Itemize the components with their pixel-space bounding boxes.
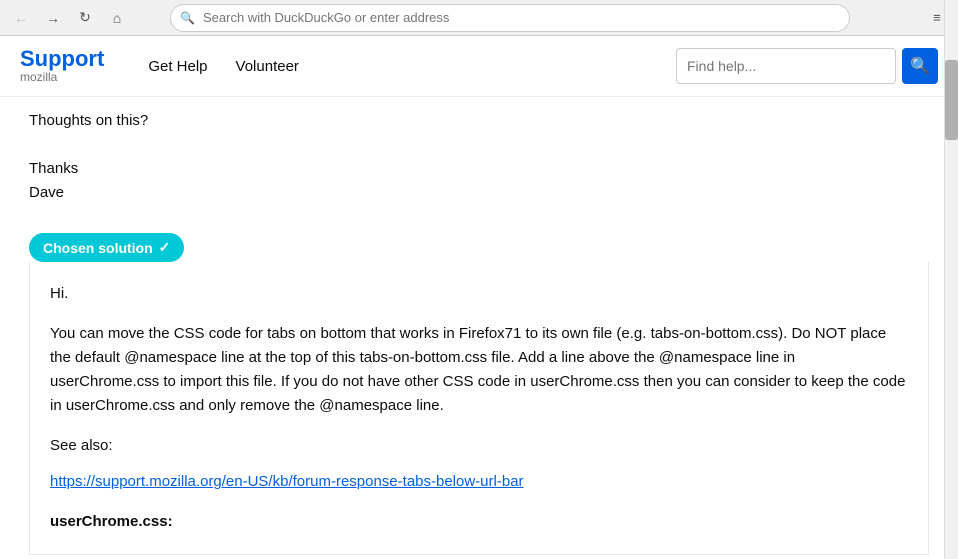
badge-label: Chosen solution <box>43 240 153 256</box>
logo-support-text: Support <box>20 48 104 70</box>
post-author: Dave <box>29 181 929 205</box>
solution-link[interactable]: https://support.mozilla.org/en-US/kb/for… <box>50 473 524 490</box>
chosen-solution-section: Chosen solution ✓ Hi. You can move the C… <box>29 233 929 555</box>
solution-body: You can move the CSS code for tabs on bo… <box>50 322 908 418</box>
browser-chrome: ← → ↻ ⌂ 🔍 ≡ <box>0 0 958 36</box>
nav-volunteer[interactable]: Volunteer <box>222 50 313 83</box>
forward-icon: → <box>46 10 60 26</box>
header-search-container: 🔍 <box>676 48 938 84</box>
site-search-input[interactable] <box>676 48 896 84</box>
site-search-button[interactable]: 🔍 <box>902 48 938 84</box>
site-nav: Get Help Volunteer <box>134 50 676 83</box>
forward-button[interactable]: → <box>40 5 66 31</box>
back-icon: ← <box>14 10 28 26</box>
logo-mozilla-text: mozilla <box>20 70 104 84</box>
code-label: userChrome.css: <box>50 510 908 534</box>
reload-icon: ↻ <box>79 9 91 26</box>
scrollbar[interactable] <box>944 0 958 559</box>
back-button[interactable]: ← <box>8 5 34 31</box>
post-thoughts: Thoughts on this? <box>29 109 929 133</box>
chosen-solution-badge: Chosen solution ✓ <box>29 233 184 262</box>
address-bar-wrapper: 🔍 <box>170 4 850 32</box>
menu-icon: ≡ <box>933 10 941 25</box>
code-label-text: userChrome.css <box>50 513 168 530</box>
address-bar-container: 🔍 <box>170 4 850 32</box>
site-header: Support mozilla Get Help Volunteer 🔍 <box>0 36 958 97</box>
scroll-thumb[interactable] <box>945 60 958 140</box>
code-colon: : <box>168 513 173 530</box>
post-thanks: Thanks <box>29 157 929 181</box>
home-icon: ⌂ <box>113 10 121 26</box>
home-button[interactable]: ⌂ <box>104 5 130 31</box>
address-bar[interactable] <box>170 4 850 32</box>
solution-content: Hi. You can move the CSS code for tabs o… <box>29 262 929 555</box>
solution-greeting: Hi. <box>50 282 908 306</box>
site-logo[interactable]: Support mozilla <box>20 48 104 84</box>
nav-get-help[interactable]: Get Help <box>134 50 221 83</box>
see-also-label: See also: <box>50 434 908 458</box>
main-content: Thoughts on this? Thanks Dave Chosen sol… <box>9 97 949 555</box>
search-icon: 🔍 <box>910 56 930 76</box>
reload-button[interactable]: ↻ <box>72 5 98 31</box>
solution-link-wrapper: https://support.mozilla.org/en-US/kb/for… <box>50 470 908 494</box>
post-text: Thoughts on this? Thanks Dave <box>29 97 929 225</box>
check-icon: ✓ <box>159 239 171 256</box>
